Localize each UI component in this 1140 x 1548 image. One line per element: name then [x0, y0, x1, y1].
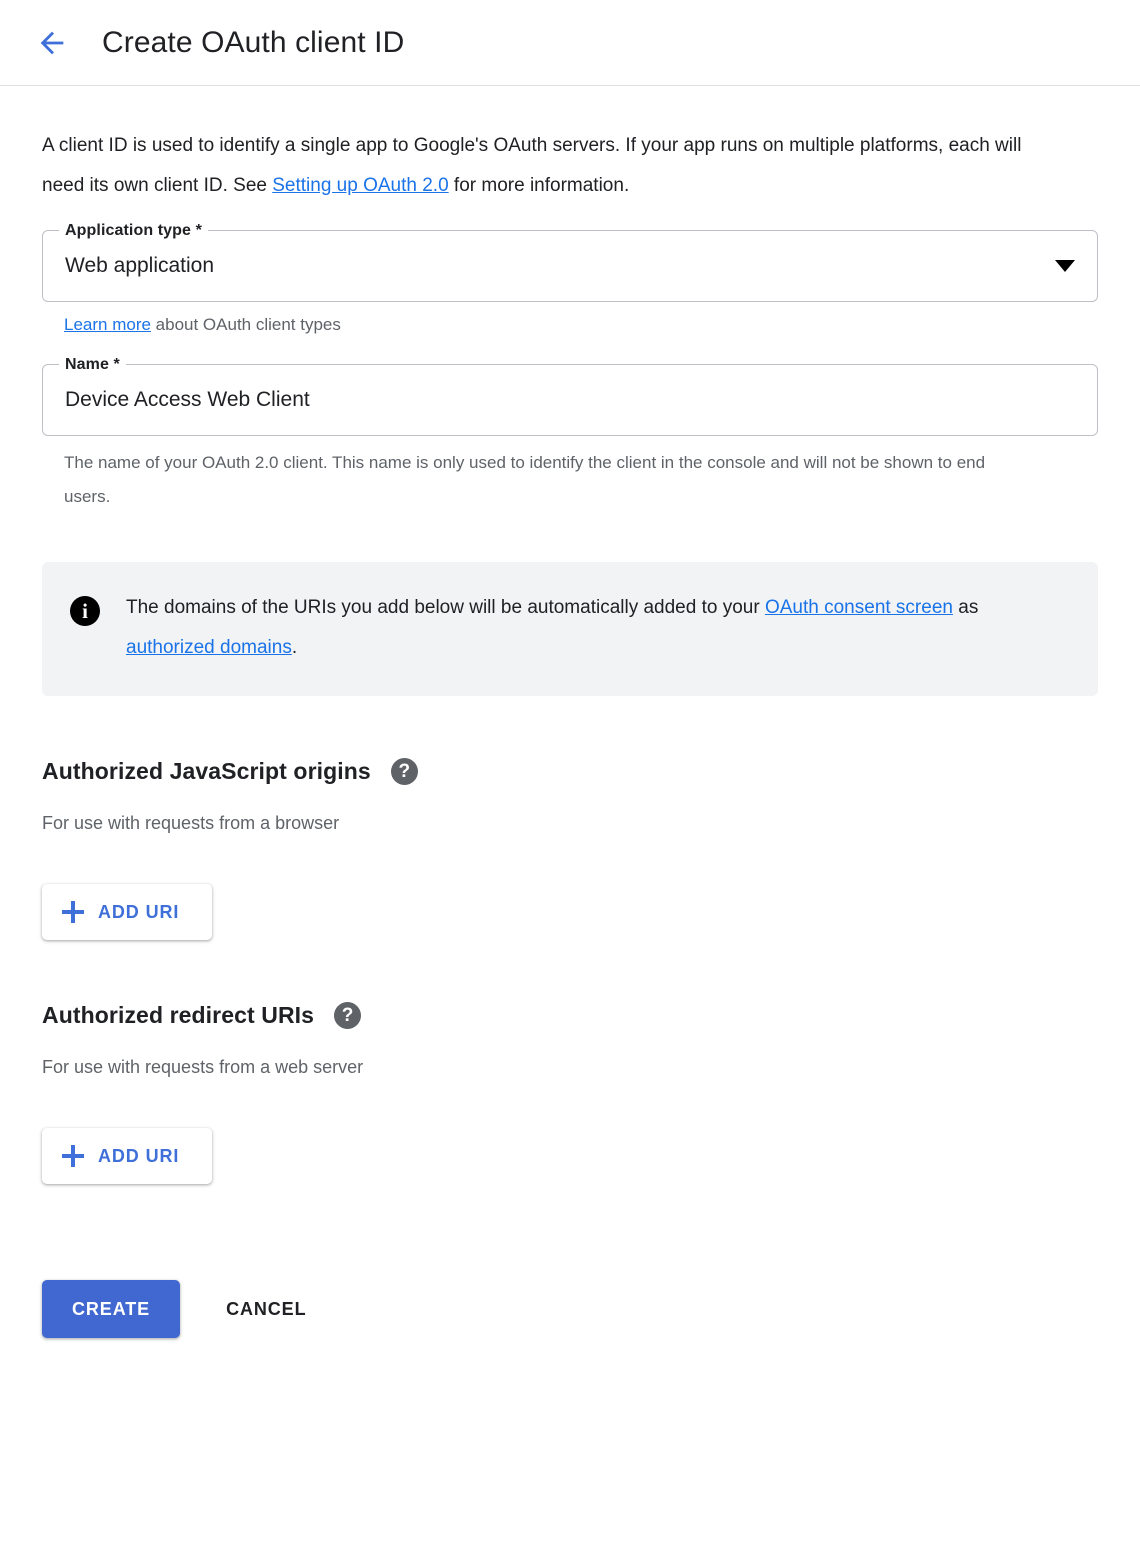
info-banner: i The domains of the URIs you add below … [42, 562, 1098, 696]
info-text-3: . [291, 637, 298, 658]
name-field: Name * [42, 355, 1098, 436]
page-header: Create OAuth client ID [0, 0, 1140, 86]
help-icon[interactable]: ? [390, 758, 418, 785]
name-helper-text: The name of your OAuth 2.0 client. This … [64, 453, 986, 506]
add-uri-label: ADD URI [98, 901, 180, 922]
authorized-domains-link[interactable]: authorized domains [126, 637, 292, 658]
arrow-left-icon [35, 26, 69, 60]
main-content: A client ID is used to identify a single… [0, 86, 1140, 1398]
help-icon[interactable]: ? [334, 1002, 362, 1029]
intro-text-2: for more information. [448, 175, 630, 196]
redirect-uris-subtitle: For use with requests from a web server [42, 1057, 364, 1077]
info-banner-text: The domains of the URIs you add below wi… [126, 588, 1006, 668]
application-type-select[interactable]: Application type * Web application [42, 221, 1098, 302]
plus-icon [62, 1145, 84, 1167]
redirect-uris-title-row: Authorized redirect URIs ? [42, 1002, 1098, 1029]
application-type-label: Application type * [59, 221, 208, 241]
add-uri-label: ADD URI [98, 1145, 180, 1166]
javascript-origins-subtitle: For use with requests from a browser [42, 813, 340, 833]
create-button[interactable]: CREATE [42, 1280, 181, 1338]
application-type-value: Web application [65, 254, 215, 277]
name-input[interactable] [65, 388, 1075, 412]
application-type-field: Application type * Web application [42, 221, 1098, 302]
application-type-helper: Learn more about OAuth client types [64, 308, 1024, 342]
javascript-origins-section: Authorized JavaScript origins ? For use … [42, 758, 1098, 940]
intro-paragraph: A client ID is used to identify a single… [42, 126, 1052, 206]
plus-icon [62, 901, 84, 923]
chevron-down-icon[interactable] [1055, 260, 1075, 272]
application-type-helper-rest: about OAuth client types [150, 315, 341, 334]
redirect-uris-section: Authorized redirect URIs ? For use with … [42, 1002, 1098, 1184]
info-text-2: as [952, 597, 979, 618]
back-button[interactable] [28, 19, 76, 67]
setting-up-oauth-link[interactable]: Setting up OAuth 2.0 [272, 175, 448, 196]
javascript-origins-title: Authorized JavaScript origins [42, 758, 371, 784]
javascript-origins-title-row: Authorized JavaScript origins ? [42, 758, 1098, 785]
info-text-1: The domains of the URIs you add below wi… [126, 597, 765, 618]
add-uri-button-javascript-origins[interactable]: ADD URI [42, 884, 212, 940]
learn-more-link[interactable]: Learn more [64, 315, 151, 334]
add-uri-button-redirect-uris[interactable]: ADD URI [42, 1128, 212, 1184]
form-actions: CREATE CANCEL [42, 1280, 1098, 1398]
page-title: Create OAuth client ID [102, 25, 405, 59]
name-input-box[interactable]: Name * [42, 355, 1098, 436]
redirect-uris-title: Authorized redirect URIs [42, 1002, 315, 1028]
info-icon: i [70, 596, 100, 626]
oauth-consent-screen-link[interactable]: OAuth consent screen [765, 597, 953, 618]
cancel-button[interactable]: CANCEL [206, 1280, 326, 1338]
name-label: Name * [59, 355, 126, 375]
